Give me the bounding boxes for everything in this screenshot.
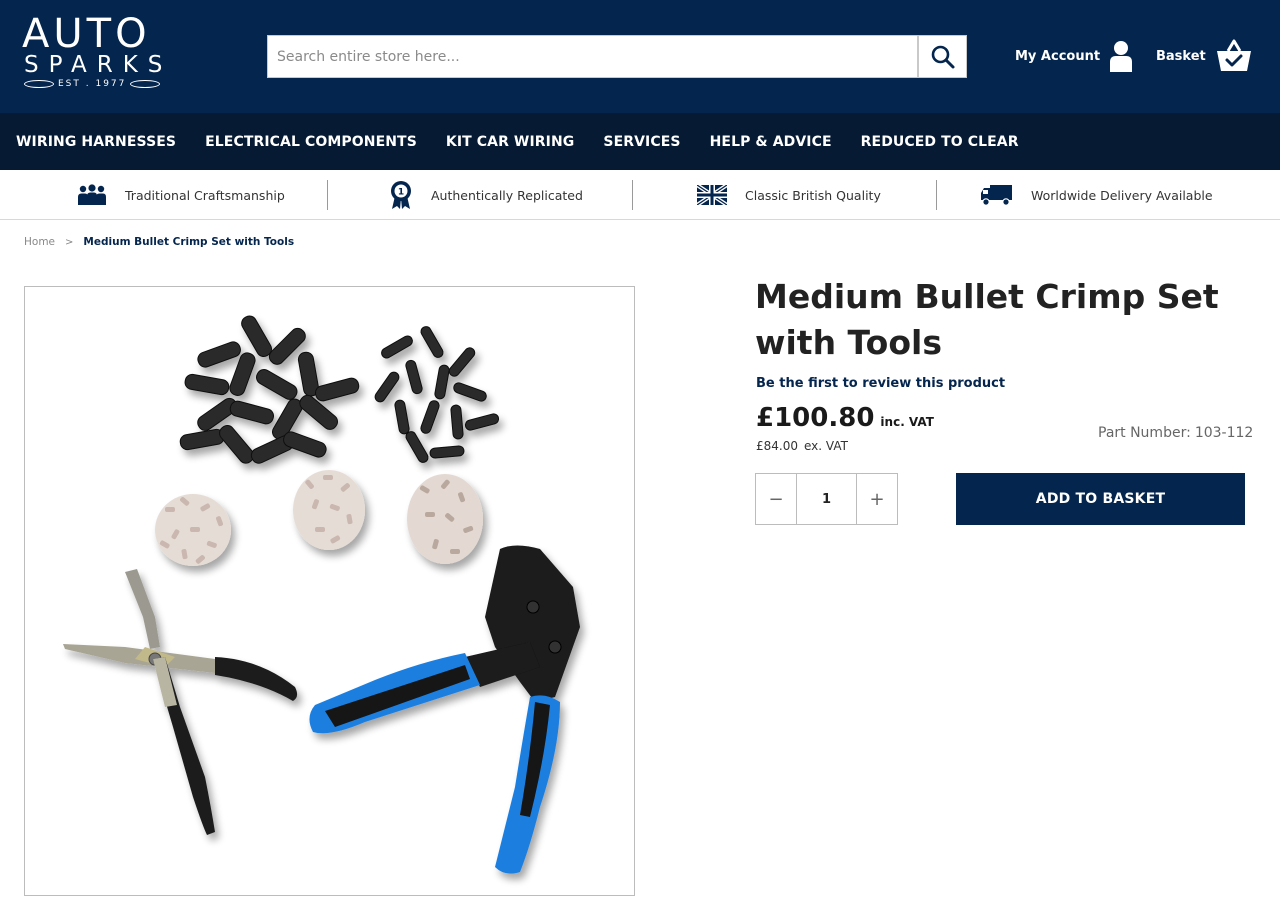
basket-label: Basket [1156,48,1206,64]
price-ex-vat: £84.00 ex. VAT [756,439,848,453]
usp-item-authentic: 1 Authentically Replicated [389,170,583,220]
main-navigation: WIRING HARNESSES ELECTRICAL COMPONENTS K… [0,113,1280,170]
large-sleeves-pile [179,315,360,464]
usp-divider [632,180,633,210]
logo-swirl-icon [24,80,54,88]
usp-item-delivery: Worldwide Delivery Available [980,170,1213,220]
usp-bar: Traditional Craftsmanship 1 Authenticall… [0,170,1280,220]
price-inc-suffix: inc. VAT [880,415,934,429]
terminals-pile-left [155,494,231,566]
usp-divider [327,180,328,210]
price-inc-vat: £100.80 inc. VAT [756,403,934,433]
nav-item-reduced-to-clear[interactable]: REDUCED TO CLEAR [861,134,1019,150]
auto-sparks-logo[interactable]: AUTO SPARKS EST . 1977 [22,14,170,98]
quantity-input[interactable] [796,474,857,524]
price-ex-suffix: ex. VAT [804,439,848,453]
review-link[interactable]: Be the first to review this product [756,376,1005,391]
price-ex-value: £84.00 [756,439,798,453]
usp-label: Classic British Quality [745,187,881,203]
basket-link[interactable]: Basket [1156,38,1252,74]
user-icon [1110,41,1133,72]
my-account-link[interactable]: My Account [1015,38,1133,74]
product-photo [63,315,580,874]
nav-item-electrical-components[interactable]: ELECTRICAL COMPONENTS [205,134,417,150]
site-header: AUTO SPARKS EST . 1977 My Account Basket [0,0,1280,113]
part-number-value: 103-112 [1194,425,1254,441]
product-title: Medium Bullet Crimp Set with Tools [755,277,1219,362]
search-button[interactable] [918,35,967,78]
usp-label: Worldwide Delivery Available [1031,187,1213,203]
logo-swirl-icon [130,80,161,88]
terminals-pile-right [407,474,483,564]
decrease-quantity-button[interactable]: − [756,474,796,524]
nav-item-help-advice[interactable]: HELP & ADVICE [710,134,832,150]
product-image[interactable] [24,286,635,896]
logo-line-1: AUTO [22,11,151,57]
logo-est: EST . 1977 [22,79,170,89]
logo-line-2: SPARKS [24,52,173,78]
medium-sleeves-pile [374,326,500,463]
delivery-truck-icon [981,185,1012,206]
quantity-stepper: − + [755,473,898,525]
pliers-tool [63,569,298,835]
breadcrumb-home[interactable]: Home [24,236,55,248]
breadcrumb-current: Medium Bullet Crimp Set with Tools [83,236,295,248]
crimping-tool [309,545,580,874]
increase-quantity-button[interactable]: + [857,474,897,524]
people-icon [78,184,106,205]
usp-item-craftsmanship: Traditional Craftsmanship [77,170,285,220]
usp-label: Authentically Replicated [431,187,583,203]
basket-icon [1216,39,1251,71]
price-inc-value: £100.80 [756,403,875,433]
union-flag-icon [697,185,727,205]
search-icon [931,45,954,68]
logo-est-text: EST . 1977 [58,79,127,89]
usp-label: Traditional Craftsmanship [125,187,285,203]
svg-text:1: 1 [398,188,404,198]
breadcrumb-separator: > [65,236,74,248]
nav-item-kit-car-wiring[interactable]: KIT CAR WIRING [446,134,575,150]
part-number: Part Number: 103-112 [1098,425,1253,441]
breadcrumb: Home > Medium Bullet Crimp Set with Tool… [24,236,294,248]
part-number-label: Part Number: [1098,425,1191,441]
terminals-pile-center [293,470,365,550]
my-account-label: My Account [1015,48,1101,64]
add-to-basket-button[interactable]: ADD TO BASKET [956,473,1245,525]
search-input[interactable] [267,35,918,78]
nav-item-services[interactable]: SERVICES [603,134,680,150]
usp-divider [936,180,937,210]
usp-item-british-quality: Classic British Quality [697,170,881,220]
rosette-icon: 1 [391,181,411,209]
nav-item-wiring-harnesses[interactable]: WIRING HARNESSES [16,134,176,150]
